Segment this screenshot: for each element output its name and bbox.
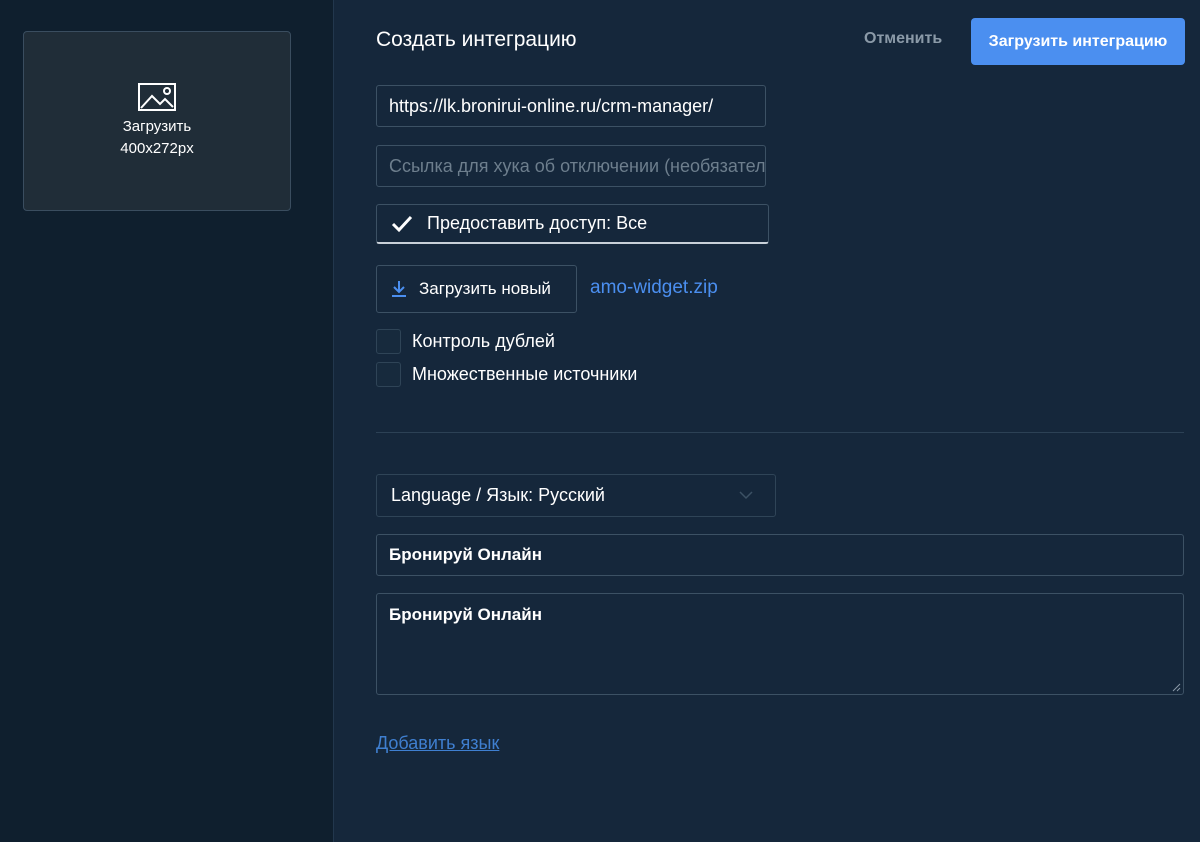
access-checkbox[interactable]: Предоставить доступ: Все [376, 204, 769, 244]
integration-description-textarea[interactable]: Бронируй Онлайн [376, 593, 1184, 695]
image-icon [138, 83, 176, 111]
divider [376, 432, 1184, 433]
duplicates-control-checkbox[interactable]: Контроль дублей [376, 329, 555, 354]
duplicates-control-label: Контроль дублей [412, 331, 555, 351]
upload-new-button[interactable]: Загрузить новый [376, 265, 577, 313]
description-text: Бронируй Онлайн [389, 605, 542, 624]
download-icon [392, 281, 406, 297]
resize-handle-icon[interactable] [1171, 682, 1181, 692]
cancel-button[interactable]: Отменить [864, 30, 942, 48]
redirect-url-input[interactable]: https://lk.bronirui-online.ru/crm-manage… [376, 85, 766, 127]
main-form: Создать интеграцию Отменить Загрузить ин… [334, 0, 1200, 842]
add-language-link[interactable]: Добавить язык [376, 733, 499, 754]
language-select-value: Language / Язык: Русский [391, 485, 605, 505]
chevron-down-icon [739, 491, 753, 500]
page-title: Создать интеграцию [376, 28, 577, 51]
access-checkbox-label: Предоставить доступ: Все [427, 213, 648, 233]
language-select[interactable]: Language / Язык: Русский [376, 474, 776, 517]
checkbox-box[interactable] [376, 329, 401, 354]
image-upload-area[interactable]: Загрузить 400x272px [23, 31, 291, 211]
checkbox-box[interactable] [376, 362, 401, 387]
multiple-sources-checkbox[interactable]: Множественные источники [376, 362, 637, 387]
multiple-sources-label: Множественные источники [412, 364, 638, 384]
integration-name-input[interactable]: Бронируй Онлайн [376, 534, 1184, 576]
image-upload-label: Загрузить [122, 118, 192, 135]
disable-hook-url-input[interactable]: Ссылка для хука об отключении (необязате… [376, 145, 766, 187]
archive-file-link[interactable]: amo-widget.zip [590, 277, 718, 299]
image-upload-size: 400x272px [120, 140, 194, 157]
upload-integration-button[interactable]: Загрузить интеграцию [971, 18, 1185, 65]
upload-new-label: Загрузить новый [419, 279, 551, 298]
checkmark-icon [391, 215, 413, 232]
left-panel: Загрузить 400x272px [0, 0, 334, 842]
